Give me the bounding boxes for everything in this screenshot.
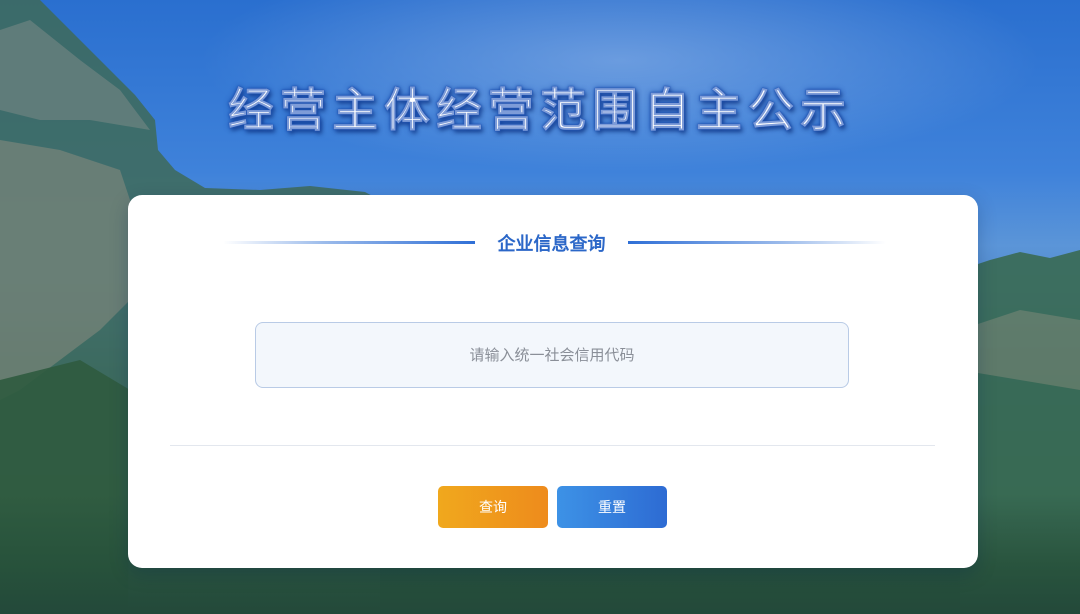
credit-code-input[interactable] <box>255 322 849 388</box>
page-root: 经营主体经营范围自主公示 企业信息查询 查询 重置 <box>0 0 1080 614</box>
section-header: 企业信息查询 <box>128 233 978 259</box>
query-card: 企业信息查询 查询 重置 <box>128 195 978 568</box>
section-title: 企业信息查询 <box>497 234 606 255</box>
header-divider-left <box>223 241 475 244</box>
page-title: 经营主体经营范围自主公示 <box>228 83 852 138</box>
header-divider-right <box>628 241 886 244</box>
reset-button[interactable]: 重置 <box>557 486 667 528</box>
card-divider <box>170 445 935 446</box>
query-button[interactable]: 查询 <box>438 486 548 528</box>
